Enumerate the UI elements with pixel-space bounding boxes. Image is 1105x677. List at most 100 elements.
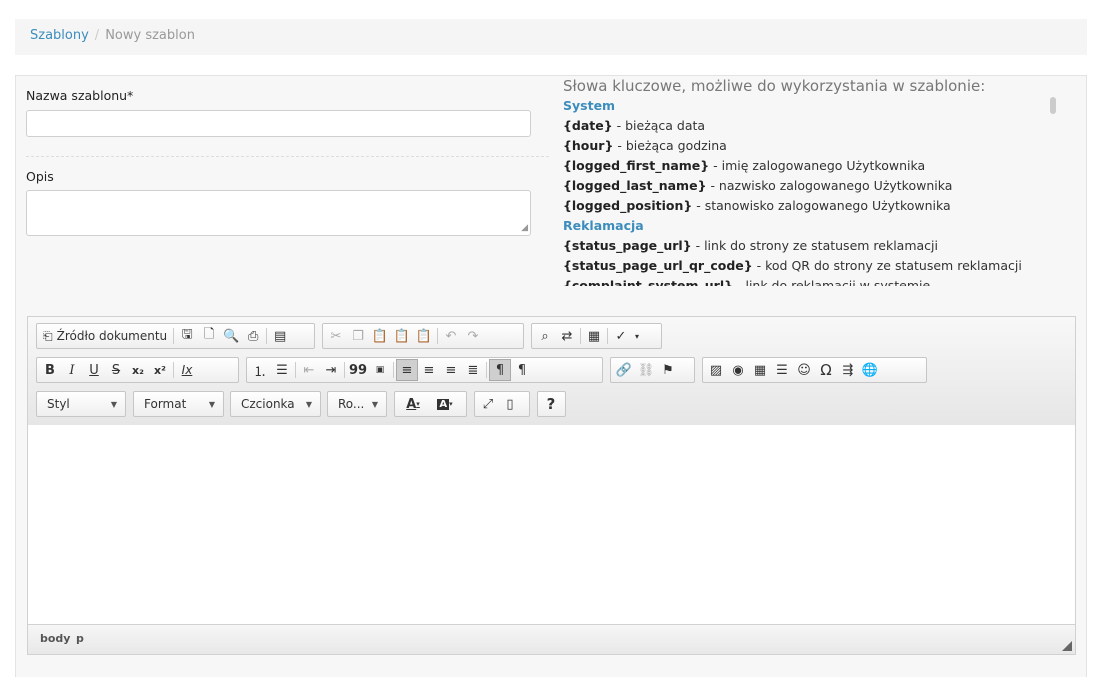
keyword-desc: - kod QR do strony ze statusem reklamacj… xyxy=(752,258,1022,273)
field-divider xyxy=(26,156,549,157)
italic-icon[interactable]: I xyxy=(61,359,83,381)
redo-icon[interactable]: ↷ xyxy=(462,325,484,347)
numbered-list-icon[interactable]: ⒈ xyxy=(249,359,271,381)
font-select[interactable]: Czcionka ▼ xyxy=(230,391,321,417)
resize-handle-icon[interactable] xyxy=(1062,641,1072,651)
cut-icon[interactable]: ✂ xyxy=(325,325,347,347)
toolbar-group-paragraph: ⒈ ☰ ⇤ ⇥ 99 ▣ ≡ ≡ ≡ ≣ ¶ ¶ xyxy=(246,357,603,383)
help-icon[interactable]: ? xyxy=(540,393,562,415)
select-all-icon[interactable]: ▦ xyxy=(583,325,605,347)
toolbar-group-basicstyles: B I U S x₂ x² Ix xyxy=(36,357,239,383)
indent-icon[interactable]: ⇥ xyxy=(320,359,342,381)
paste-text-icon[interactable]: 📋 xyxy=(391,325,413,347)
unlink-icon[interactable]: ⛓ xyxy=(635,359,657,381)
link-icon[interactable]: 🔗 xyxy=(613,359,635,381)
toolbar-separator xyxy=(173,362,174,378)
bulleted-list-icon[interactable]: ☰ xyxy=(271,359,293,381)
toolbar-group-about: ? xyxy=(537,391,566,417)
breadcrumb: Szablony / Nowy szablon xyxy=(15,19,1087,55)
toolbar-group-links: 🔗 ⛓ ⚑ xyxy=(610,357,695,383)
templates-icon[interactable]: ▤ xyxy=(269,325,291,347)
element-path-body[interactable]: body xyxy=(40,632,70,645)
paste-word-icon[interactable]: 📋 xyxy=(413,325,435,347)
preview-icon[interactable]: 🔍 xyxy=(220,325,242,347)
background-color-icon[interactable]: A ▾ xyxy=(429,393,461,415)
anchor-icon[interactable]: ⚑ xyxy=(657,359,679,381)
format-select[interactable]: Format ▼ xyxy=(133,391,224,417)
toolbar-separator xyxy=(266,328,268,344)
chevron-down-icon[interactable]: ▾ xyxy=(632,325,642,347)
chevron-down-icon: ▼ xyxy=(208,399,215,409)
toolbar-group-clipboard: ✂ ❐ 📋 📋 📋 ↶ ↷ xyxy=(322,323,524,349)
toolbar-separator xyxy=(173,328,175,344)
new-page-icon[interactable]: 🗋 xyxy=(198,325,220,347)
breadcrumb-current: Nowy szablon xyxy=(105,28,195,43)
flash-icon[interactable]: ◉ xyxy=(727,359,749,381)
keyword-desc: - imię zalogowanego Użytkownika xyxy=(709,158,926,173)
blockquote-icon[interactable]: 99 xyxy=(347,359,369,381)
editor-status-bar: body p xyxy=(28,624,1075,654)
ltr-icon[interactable]: ¶ xyxy=(489,359,511,381)
template-name-input[interactable] xyxy=(26,110,531,137)
breadcrumb-link-szablony[interactable]: Szablony xyxy=(30,28,89,43)
keyword-row: {status_page_url_qr_code} - kod QR do st… xyxy=(563,256,1063,276)
special-char-icon[interactable]: Ω xyxy=(815,359,837,381)
copy-icon[interactable]: ❐ xyxy=(347,325,369,347)
create-div-icon[interactable]: ▣ xyxy=(369,359,391,381)
table-icon[interactable]: ▦ xyxy=(749,359,771,381)
iframe-icon[interactable]: 🌐 xyxy=(859,359,881,381)
keywords-title: Słowa kluczowe, możliwe do wykorzystania… xyxy=(563,77,986,95)
toolbar-separator xyxy=(393,362,394,378)
rtl-icon[interactable]: ¶ xyxy=(511,359,533,381)
source-button[interactable]: ⎗ Źródło dokumentu xyxy=(39,329,171,344)
toolbar-separator xyxy=(607,328,608,344)
format-select-label: Format xyxy=(144,397,187,411)
resize-grip-icon[interactable]: ◢ xyxy=(521,224,528,233)
replace-icon[interactable]: ⇄ xyxy=(556,325,578,347)
font-size-select[interactable]: Ro... ▼ xyxy=(327,391,387,417)
subscript-icon[interactable]: x₂ xyxy=(127,359,149,381)
save-icon[interactable]: 🖫 xyxy=(176,325,198,347)
underline-icon[interactable]: U xyxy=(83,359,105,381)
print-icon[interactable]: ⎙ xyxy=(242,325,264,347)
find-icon[interactable]: ⌕ xyxy=(534,325,556,347)
bold-icon[interactable]: B xyxy=(39,359,61,381)
page-break-icon[interactable]: ⇶ xyxy=(837,359,859,381)
horizontal-line-icon[interactable]: ☰ xyxy=(771,359,793,381)
undo-icon[interactable]: ↶ xyxy=(440,325,462,347)
align-justify-icon[interactable]: ≣ xyxy=(462,359,484,381)
keyword-group-title: System xyxy=(563,98,616,113)
strikethrough-icon[interactable]: S xyxy=(105,359,127,381)
maximize-icon[interactable]: ⤢ xyxy=(477,393,499,415)
keyword-key: {logged_first_name} xyxy=(563,158,710,173)
keyword-row: {logged_last_name} - nazwisko zalogowane… xyxy=(563,176,1063,196)
keyword-key: {hour} xyxy=(563,138,614,153)
text-color-icon[interactable]: A ▾ xyxy=(397,393,429,415)
font-size-select-label: Ro... xyxy=(338,397,365,411)
show-blocks-icon[interactable]: ▯ xyxy=(499,393,521,415)
spellcheck-icon[interactable]: ✓ xyxy=(610,325,632,347)
align-left-icon[interactable]: ≡ xyxy=(396,359,418,381)
keyword-row: {status_page_url} - link do strony ze st… xyxy=(563,236,1063,256)
source-icon: ⎗ xyxy=(43,328,53,343)
keyword-desc: - link do strony ze statusem reklamacji xyxy=(691,238,938,253)
keyword-key: {status_page_url} xyxy=(563,238,692,253)
smiley-icon[interactable]: ☺ xyxy=(793,359,815,381)
keyword-row: {complaint_system_url} - link do reklama… xyxy=(563,276,1063,286)
element-path-p[interactable]: p xyxy=(76,632,84,645)
keyword-desc: - nazwisko zalogowanego Użytkownika xyxy=(706,178,953,193)
keywords-scrollbar[interactable] xyxy=(1050,97,1056,114)
paste-icon[interactable]: 📋 xyxy=(369,325,391,347)
superscript-icon[interactable]: x² xyxy=(149,359,171,381)
rich-text-editor: ⎗ Źródło dokumentu 🖫 🗋 🔍 ⎙ ▤ ✂ ❐ 📋 📋 📋 ↶ xyxy=(27,316,1076,655)
style-select[interactable]: Styl ▼ xyxy=(36,391,126,417)
text-color-label: A xyxy=(406,396,417,412)
align-center-icon[interactable]: ≡ xyxy=(418,359,440,381)
image-icon[interactable]: ▨ xyxy=(705,359,727,381)
chevron-down-icon: ▼ xyxy=(110,399,117,409)
description-textarea[interactable]: ◢ xyxy=(26,190,531,236)
editor-content-area[interactable] xyxy=(28,425,1075,625)
remove-format-icon[interactable]: Ix xyxy=(176,359,198,381)
outdent-icon[interactable]: ⇤ xyxy=(298,359,320,381)
align-right-icon[interactable]: ≡ xyxy=(440,359,462,381)
